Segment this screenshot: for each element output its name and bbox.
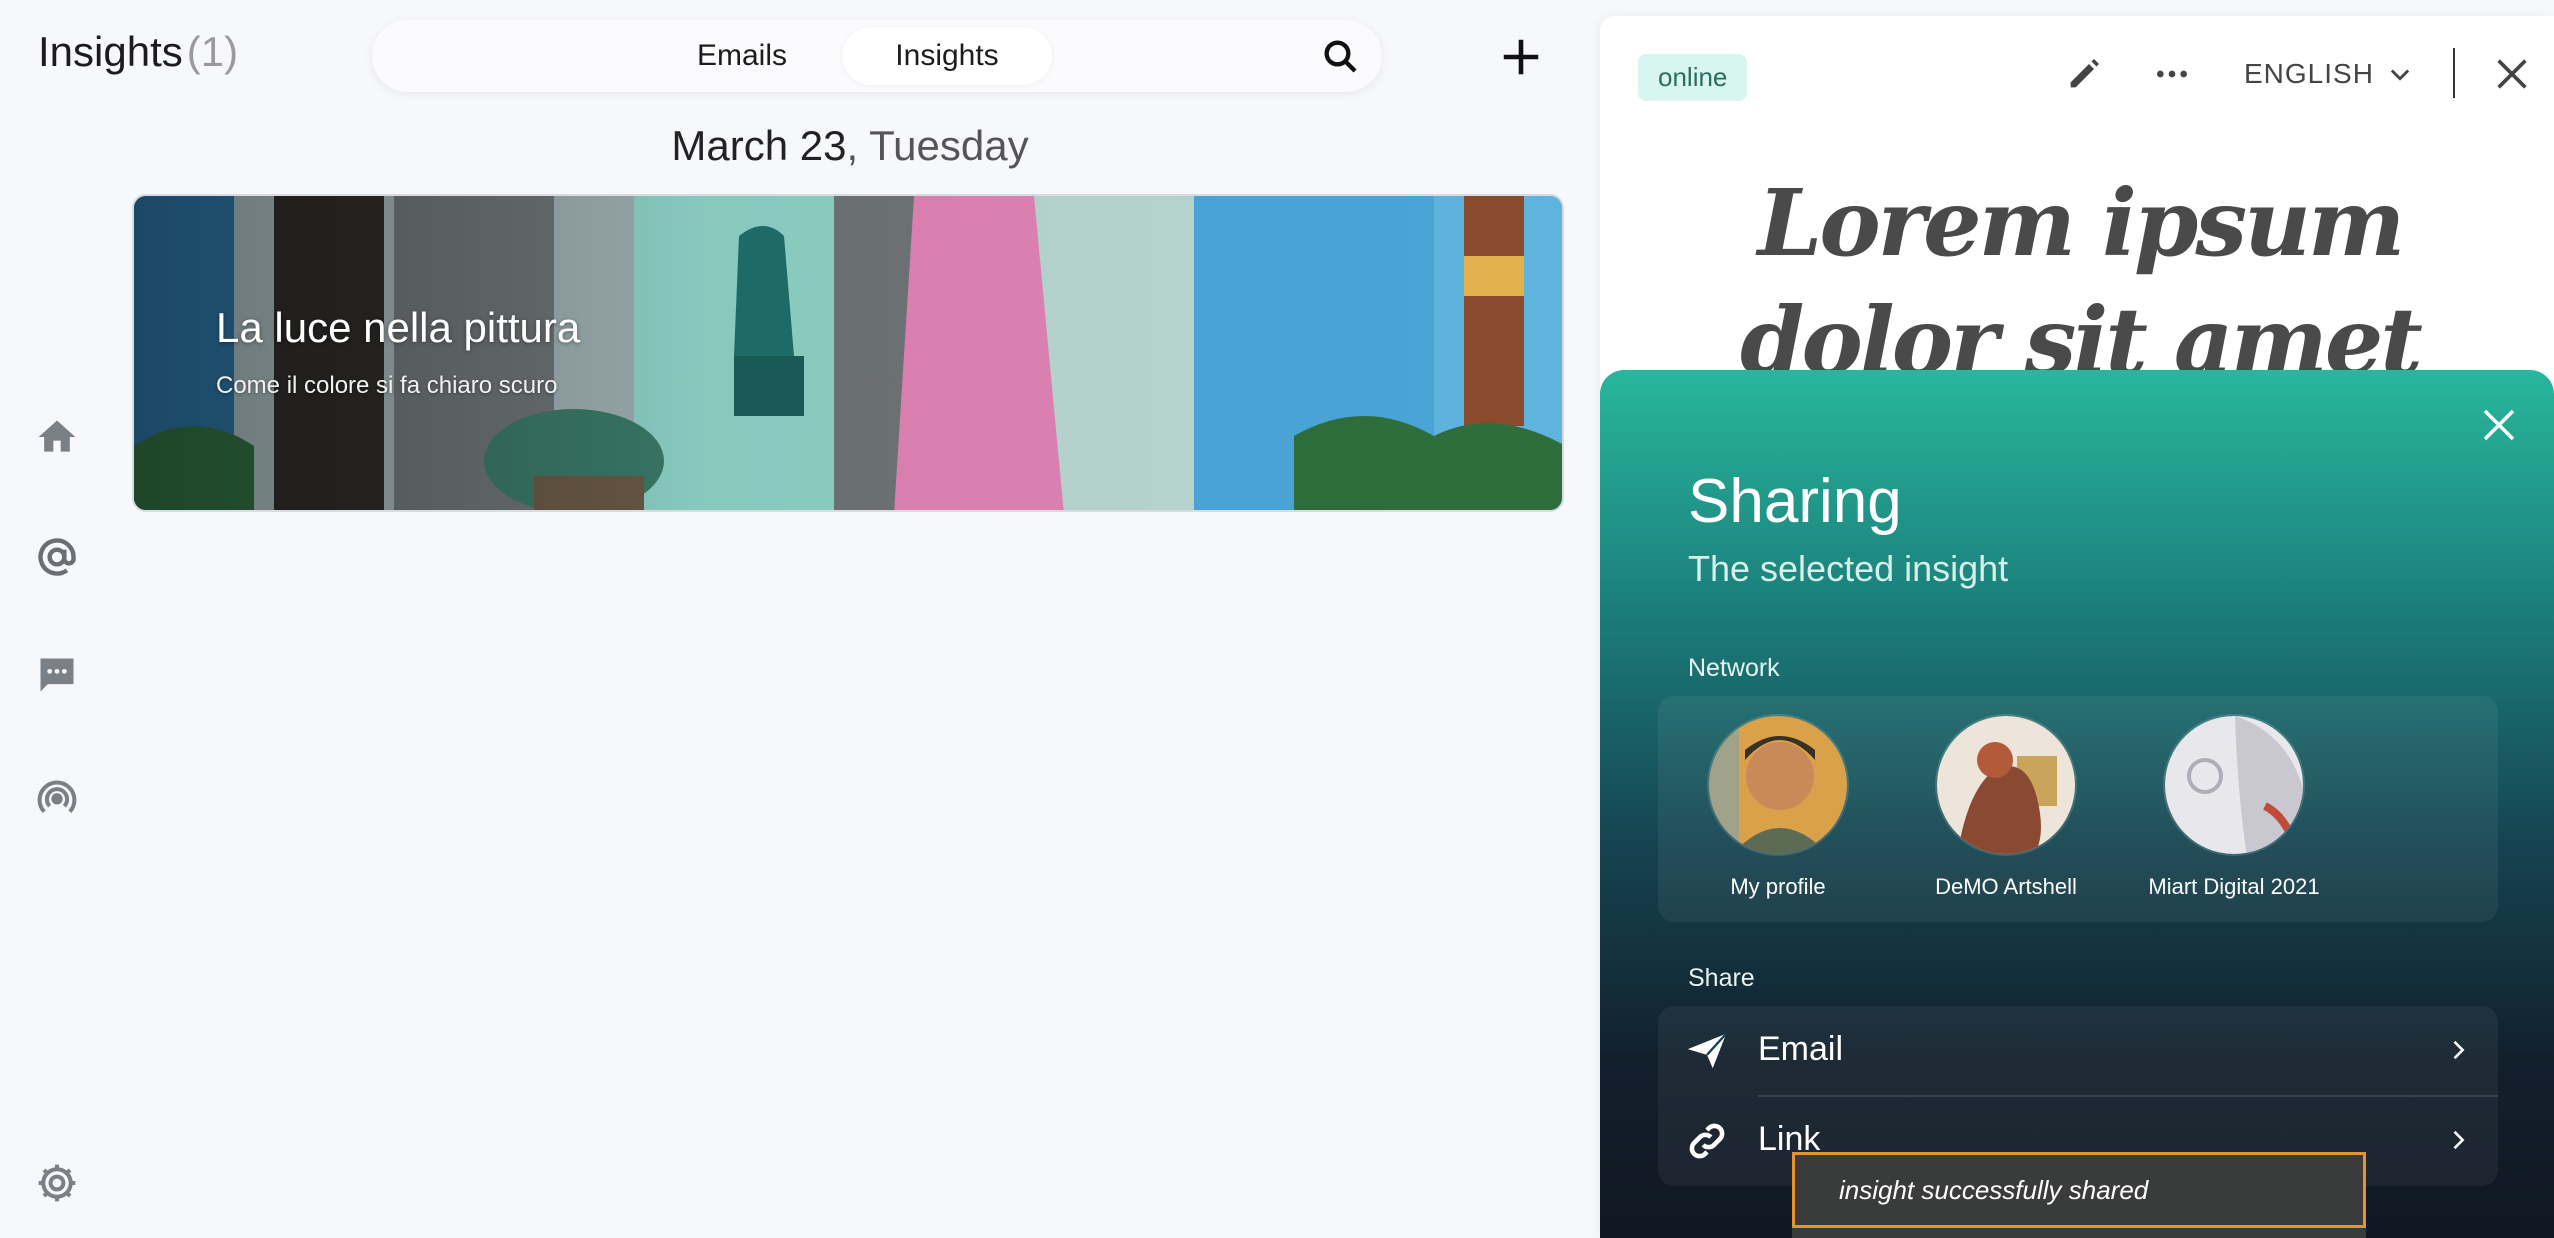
status-badge: online [1638,54,1748,101]
paper-plane-icon [1687,1032,1728,1069]
sharing-subtitle: The selected insight [1688,548,2009,589]
share-option-email[interactable]: Email [1658,1006,2498,1097]
profile-name: My profile [1730,874,1826,899]
edit-icon[interactable] [2064,54,2104,94]
close-icon[interactable] [2492,54,2532,94]
profile-demo-artshell[interactable]: DeMO Artshell [1886,714,2126,900]
link-icon [1689,1123,1725,1159]
page-title-text: Insights [38,28,183,75]
sharing-title: Sharing [1688,467,1902,536]
toolbar-divider [2453,48,2455,98]
search-icon[interactable] [1320,36,1360,76]
insight-card[interactable]: La luce nella pittura Come il colore si … [132,194,1564,512]
profile-name: Miart Digital 2021 [2148,874,2320,899]
tab-emails[interactable]: Emails [642,27,842,85]
avatar [1935,714,2077,856]
sharing-sheet: Sharing The selected insight Network My … [1600,370,2554,1238]
avatar [1707,714,1849,856]
chevron-right-icon [2453,1040,2465,1060]
page-title: Insights(1) [38,28,238,76]
more-icon[interactable] [2152,54,2192,94]
toast-notification: insight successfully shared [1792,1152,2366,1228]
toast-message: insight successfully shared [1839,1174,2149,1205]
card-subtitle: Come il colore si fa chiaro scuro [216,372,558,399]
chat-icon[interactable] [34,652,80,698]
share-label: Share [1688,964,1755,992]
tab-insights[interactable]: Insights [842,27,1052,85]
card-artwork [134,196,1562,510]
avatar [2163,714,2305,856]
document-heading: Lorem ipsum dolor sit amet [1740,169,2423,395]
profile-my-profile[interactable]: My profile [1658,714,1898,900]
share-option-label: Email [1758,1030,1844,1068]
chevron-right-icon [2453,1130,2465,1150]
home-icon[interactable] [34,414,80,460]
close-icon[interactable] [2478,404,2520,446]
profile-miart-digital[interactable]: Miart Digital 2021 [2114,714,2354,900]
at-icon[interactable] [34,534,80,580]
network-list: My profile DeMO Artshell Miart Digital 2… [1658,696,2498,922]
broadcast-icon[interactable] [34,774,80,820]
date-heading: March 23, Tuesday [0,122,1700,170]
language-select[interactable]: ENGLISH [2244,58,2414,90]
date-text: March 23 [671,122,847,169]
card-title: La luce nella pittura [216,304,581,351]
weekday-text: , Tuesday [846,122,1029,169]
add-icon[interactable] [1498,34,1544,80]
tab-bar: Emails Insights [372,20,1382,92]
toast-backdrop [1792,1228,2366,1238]
insights-count: (1) [186,28,239,75]
chevron-down-icon [2390,69,2410,81]
network-label: Network [1688,654,1780,682]
language-value: ENGLISH [2244,58,2374,89]
settings-icon[interactable] [34,1160,80,1206]
profile-name: DeMO Artshell [1935,874,2077,899]
